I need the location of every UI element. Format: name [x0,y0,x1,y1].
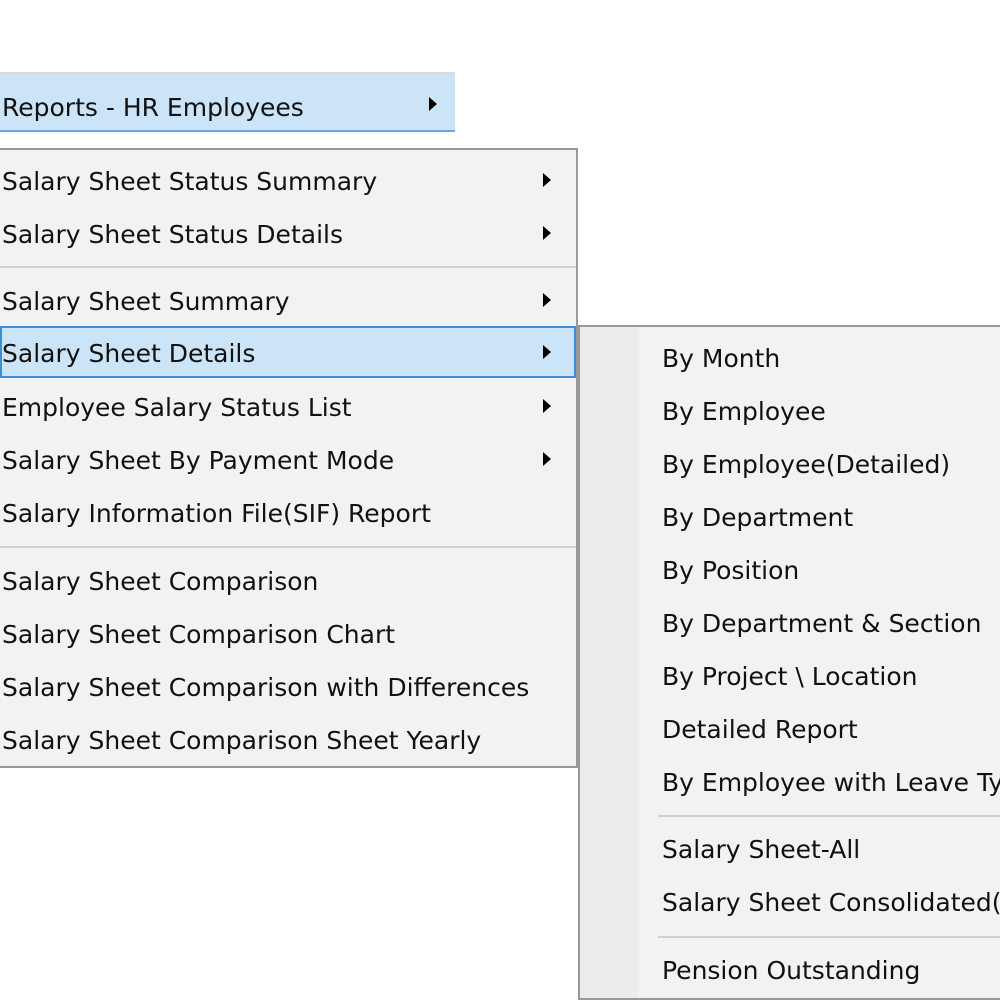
menu-item-label: Salary Sheet Summary [2,287,290,316]
menu-item-salary-sheet-comparison-with-differences[interactable]: Salary Sheet Comparison with Differences [0,660,576,712]
menu-icon-gutter [580,327,638,998]
submenu-item-by-department[interactable]: By Department [640,490,1000,542]
menu-item-salary-sheet-summary[interactable]: Salary Sheet Summary [0,274,576,326]
submenu-item-label: Salary Sheet Consolidated(St [662,888,1000,917]
menu-separator [0,546,576,548]
submenu-item-label: Pension Outstanding [662,956,921,985]
menu-item-salary-sheet-comparison-sheet-yearly[interactable]: Salary Sheet Comparison Sheet Yearly [0,713,576,765]
submenu-item-by-project-location[interactable]: By Project \ Location [640,649,1000,701]
submenu-arrow-icon [429,97,437,111]
menu-item-label: Reports - HR Employees [2,93,304,122]
submenu-item-label: By Department & Section [662,609,982,638]
submenu-item-by-employee-detailed[interactable]: By Employee(Detailed) [640,437,1000,489]
menu-item-label: Salary Sheet Status Summary [2,167,378,196]
submenu-arrow-icon [543,226,551,240]
menu-item-label: Salary Information File(SIF) Report [2,499,431,528]
menu-item-label: Salary Sheet Details [2,339,256,368]
menu-item-salary-sheet-comparison[interactable]: Salary Sheet Comparison [0,554,576,606]
submenu-item-by-month[interactable]: By Month [640,331,1000,383]
menu-separator [658,815,1000,817]
menu-item-salary-sheet-status-summary[interactable]: Salary Sheet Status Summary [0,154,576,206]
submenu-item-salary-sheet-consolidated[interactable]: Salary Sheet Consolidated(St [640,875,1000,927]
menu-separator [658,936,1000,938]
submenu-item-pension-outstanding[interactable]: Pension Outstanding [640,943,1000,995]
menu-item-reports-hr-employees[interactable]: Reports - HR Employees [0,72,455,132]
submenu-item-label: By Department [662,503,854,532]
menu-item-label: Salary Sheet Comparison [2,567,319,596]
submenu-item-by-employee[interactable]: By Employee [640,384,1000,436]
submenu-arrow-icon [543,452,551,466]
submenu-item-detailed-report[interactable]: Detailed Report [640,702,1000,754]
menu-item-label: Salary Sheet By Payment Mode [2,446,395,475]
submenu-item-label: By Employee with Leave Type [662,768,1000,797]
menu-item-label: Salary Sheet Comparison Sheet Yearly [2,726,482,755]
menu-item-label: Employee Salary Status List [2,393,352,422]
menu-item-salary-information-file-report[interactable]: Salary Information File(SIF) Report [0,486,576,538]
submenu-item-by-position[interactable]: By Position [640,543,1000,595]
submenu-arrow-icon [543,293,551,307]
submenu-item-label: By Employee [662,397,826,426]
menu-item-employee-salary-status-list[interactable]: Employee Salary Status List [0,380,576,432]
submenu-item-label: By Employee(Detailed) [662,450,951,479]
submenu-item-label: By Month [662,344,781,373]
submenu-item-salary-sheet-all[interactable]: Salary Sheet-All [640,822,1000,874]
screen: Reports - HR Employees Salary Sheet Stat… [0,0,1000,1000]
submenu-item-label: Detailed Report [662,715,858,744]
reports-submenu: Salary Sheet Status Summary Salary Sheet… [0,148,578,768]
submenu-item-label: By Project \ Location [662,662,918,691]
submenu-item-by-employee-with-leave-type[interactable]: By Employee with Leave Type [640,755,1000,807]
salary-sheet-details-submenu: By Month By Employee By Employee(Detaile… [578,325,1000,1000]
menu-item-label: Salary Sheet Comparison Chart [2,620,396,649]
menu-item-salary-sheet-by-payment-mode[interactable]: Salary Sheet By Payment Mode [0,433,576,485]
menu-item-label: Salary Sheet Comparison with Differences [2,673,530,702]
menu-item-salary-sheet-details[interactable]: Salary Sheet Details [0,326,576,378]
menu-separator [0,266,576,268]
menu-item-label: Salary Sheet Status Details [2,220,343,249]
submenu-item-label: Salary Sheet-All [662,835,861,864]
submenu-arrow-icon [543,345,551,359]
menu-item-salary-sheet-status-details[interactable]: Salary Sheet Status Details [0,207,576,259]
submenu-item-by-department-and-section[interactable]: By Department & Section [640,596,1000,648]
submenu-arrow-icon [543,173,551,187]
submenu-arrow-icon [543,399,551,413]
submenu-item-label: By Position [662,556,800,585]
menu-item-salary-sheet-comparison-chart[interactable]: Salary Sheet Comparison Chart [0,607,576,659]
